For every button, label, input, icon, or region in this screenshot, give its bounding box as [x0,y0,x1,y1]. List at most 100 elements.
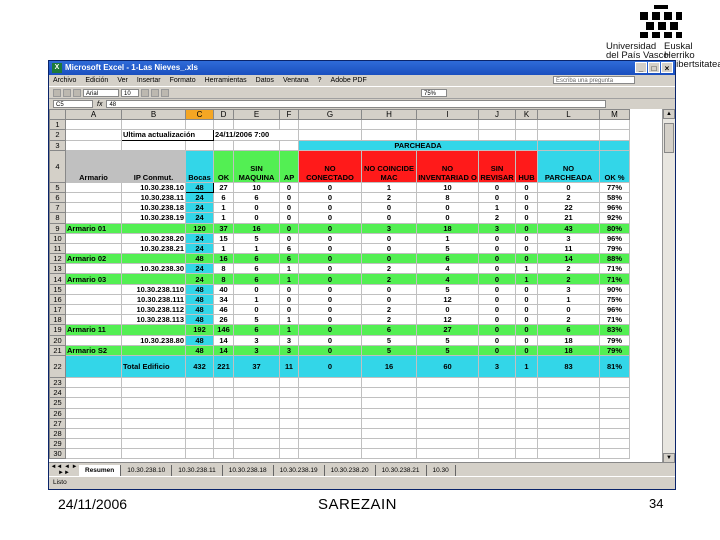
ip-cell[interactable]: 10.30.238.30 [121,263,186,275]
value-cell[interactable]: 24 [185,242,214,255]
value-cell[interactable]: 21 [537,212,600,224]
menu-item[interactable]: Adobe PDF [331,77,367,84]
value-cell[interactable]: 0 [361,212,417,224]
cell[interactable] [599,139,630,151]
cell[interactable] [361,387,417,399]
maximize-icon[interactable]: □ [648,62,660,73]
value-cell[interactable]: 0 [478,263,516,275]
cell[interactable] [121,448,186,460]
cell[interactable] [65,387,122,399]
value-cell[interactable]: 0 [298,212,362,224]
value-cell[interactable]: 22 [537,202,600,214]
armario-cell[interactable] [65,202,122,214]
cell[interactable] [233,407,280,419]
cell[interactable] [213,448,234,460]
cell[interactable] [515,438,538,450]
value-cell[interactable]: 0 [515,181,538,193]
total-value-cell[interactable]: 432 [185,354,214,378]
column-title-no-parcheada[interactable]: NO PARCHEADA [537,149,600,183]
sheet-tab[interactable]: 10.30.238.19 [273,464,325,476]
cell[interactable] [65,438,122,450]
total-value-cell[interactable]: 60 [416,354,479,378]
total-value-cell[interactable]: 3 [478,354,516,378]
cell[interactable] [233,139,280,151]
value-cell[interactable]: 3 [279,334,299,346]
ip-cell[interactable]: 10.30.238.20 [121,232,186,244]
cell[interactable] [416,407,479,419]
value-cell[interactable]: 12 [416,314,479,326]
armario-cell[interactable]: Armario 11 [65,324,122,336]
value-cell[interactable]: 0 [361,202,417,214]
column-title-ok[interactable]: OK [213,149,234,183]
cell[interactable] [233,448,280,460]
underline-icon[interactable] [161,88,169,97]
cell[interactable] [279,448,299,460]
value-cell[interactable]: 0 [298,273,362,285]
value-cell[interactable]: 8 [213,273,234,285]
value-cell[interactable]: 6 [537,324,600,336]
armario-cell[interactable] [65,212,122,224]
spreadsheet-grid[interactable]: A B C D E F G H I J K L M 1 2 Ultima actualización 24/11… [49,109,663,463]
row-header[interactable]: 28 [49,427,66,440]
value-cell[interactable]: 8 [416,191,479,204]
value-cell[interactable]: 5 [233,232,280,244]
cell[interactable] [185,119,214,131]
value-cell[interactable]: 14 [213,344,234,356]
value-cell[interactable]: 2 [537,273,600,285]
value-cell[interactable]: 3 [233,344,280,356]
cell[interactable] [537,139,600,151]
value-cell[interactable]: 27 [416,324,479,336]
cell[interactable] [298,397,362,409]
column-title-ap[interactable]: AP [279,149,299,183]
column-title-sin-revisar[interactable]: SIN REVISAR [478,149,516,183]
value-cell[interactable]: 2 [361,273,417,285]
cell[interactable] [537,397,600,409]
cell[interactable] [65,417,122,429]
row-header[interactable]: 19 [49,324,66,336]
menu-item[interactable]: Herramientas [205,77,247,84]
cell[interactable] [361,427,417,440]
value-cell[interactable]: 80% [599,222,630,234]
value-cell[interactable]: 24 [185,273,214,285]
value-cell[interactable]: 0 [478,334,516,346]
cell[interactable] [121,376,186,389]
cell[interactable] [416,427,479,440]
new-icon[interactable] [53,88,61,97]
sheet-tab[interactable]: 10.30.238.18 [222,464,274,476]
cell[interactable] [233,119,280,131]
cell[interactable] [416,438,479,450]
cell[interactable] [298,407,362,419]
value-cell[interactable]: 0 [416,303,479,316]
cell[interactable] [233,387,280,399]
value-cell[interactable]: 6 [233,263,280,275]
value-cell[interactable]: 48 [185,283,214,295]
value-cell[interactable]: 16 [233,222,280,234]
menu-item[interactable]: Edición [85,77,108,84]
value-cell[interactable]: 1 [233,242,280,255]
column-header[interactable]: K [515,109,538,121]
column-title-armario[interactable]: Armario [65,149,122,183]
column-header[interactable]: H [361,109,417,121]
value-cell[interactable]: 88% [599,253,630,265]
value-cell[interactable]: 10 [416,181,479,193]
value-cell[interactable]: 14 [213,334,234,346]
column-header[interactable]: B [121,109,186,121]
cell[interactable] [515,448,538,460]
armario-cell[interactable] [65,293,122,306]
total-value-cell[interactable]: 37 [233,354,280,378]
value-cell[interactable]: 96% [599,232,630,244]
value-cell[interactable]: 0 [298,283,362,295]
ip-cell[interactable]: 10.30.238.110 [121,283,186,295]
value-cell[interactable]: 0 [279,181,299,193]
value-cell[interactable]: 0 [298,232,362,244]
value-cell[interactable]: 0 [279,232,299,244]
cell[interactable] [233,417,280,429]
cell[interactable] [121,407,186,419]
value-cell[interactable]: 48 [185,334,214,346]
column-header[interactable]: A [65,109,122,121]
cell[interactable] [599,438,630,450]
value-cell[interactable]: 2 [361,303,417,316]
value-cell[interactable]: 1 [279,263,299,275]
cell[interactable] [121,438,186,450]
cell[interactable] [416,376,479,389]
